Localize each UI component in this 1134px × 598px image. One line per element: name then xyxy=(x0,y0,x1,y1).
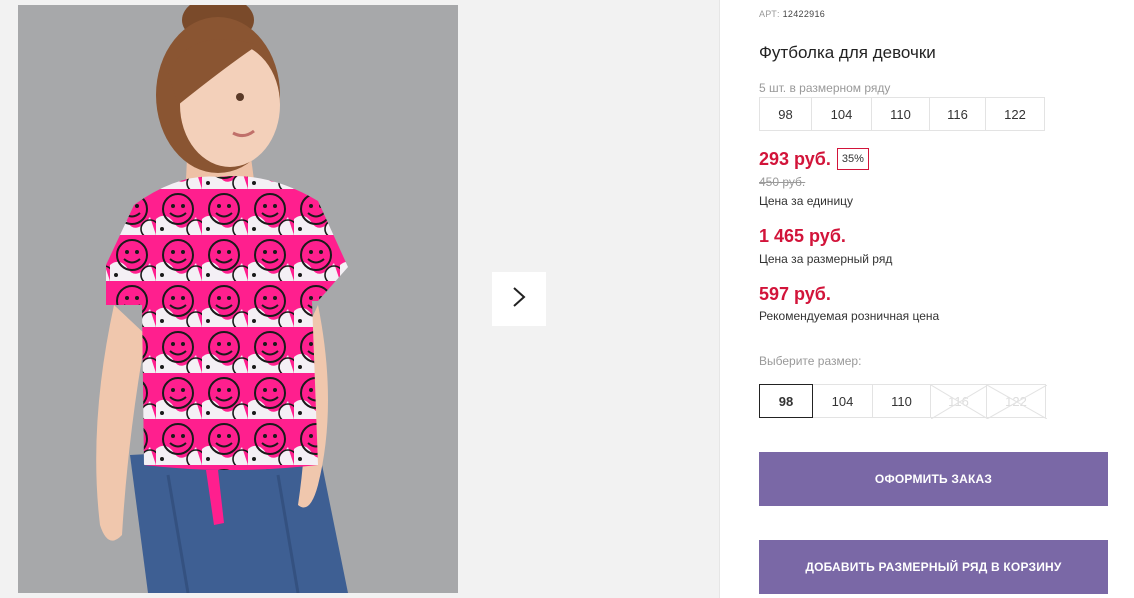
choose-size-label: Выберите размер: xyxy=(759,354,862,368)
product-gallery xyxy=(0,0,720,598)
size-option-104[interactable]: 104 xyxy=(812,384,873,418)
product-title: Футболка для девочки xyxy=(759,43,936,62)
unit-price: 293 руб. xyxy=(759,148,831,169)
size-picker: 98 104 110 116 122 xyxy=(759,384,1047,419)
gallery-next-button[interactable] xyxy=(492,272,546,326)
product-photo-image xyxy=(18,5,458,593)
unit-price-row: 293 руб. 35% xyxy=(759,148,869,170)
size-row-table: 98 104 110 116 122 xyxy=(759,97,1045,131)
sku-line: АРТ: 12422916 xyxy=(759,9,825,19)
row-price: 1 465 руб. xyxy=(759,226,846,246)
add-size-row-to-cart-button[interactable]: ДОБАВИТЬ РАЗМЕРНЫЙ РЯД В КОРЗИНУ xyxy=(759,540,1108,594)
sku-label: АРТ: xyxy=(759,9,780,19)
size-option-116: 116 xyxy=(930,384,988,419)
discount-badge: 35% xyxy=(836,148,869,170)
chevron-right-icon xyxy=(512,286,526,313)
retail-price: 597 руб. xyxy=(759,284,831,304)
size-option-98[interactable]: 98 xyxy=(759,384,813,418)
size-option-110[interactable]: 110 xyxy=(872,384,931,418)
row-price-caption: Цена за размерный ряд xyxy=(759,252,893,266)
old-price: 450 руб. xyxy=(759,175,806,189)
size-row-cell: 98 xyxy=(759,97,812,131)
checkout-button[interactable]: ОФОРМИТЬ ЗАКАЗ xyxy=(759,452,1108,506)
size-row-cell: 110 xyxy=(871,97,930,131)
strikethrough-icon xyxy=(987,385,1047,419)
product-photo[interactable] xyxy=(18,5,458,593)
size-row-cell: 122 xyxy=(985,97,1045,131)
strikethrough-icon xyxy=(931,385,988,419)
size-option-122: 122 xyxy=(986,384,1047,419)
unit-price-caption: Цена за единицу xyxy=(759,194,854,208)
product-details: АРТ: 12422916 Футболка для девочки 5 шт.… xyxy=(759,0,1119,598)
row-count-text: 5 шт. в размерном ряду xyxy=(759,81,891,95)
size-row-cell: 104 xyxy=(811,97,872,131)
sku-value: 12422916 xyxy=(782,9,826,19)
size-row-cell: 116 xyxy=(929,97,986,131)
retail-price-caption: Рекомендуемая розничная цена xyxy=(759,309,940,323)
